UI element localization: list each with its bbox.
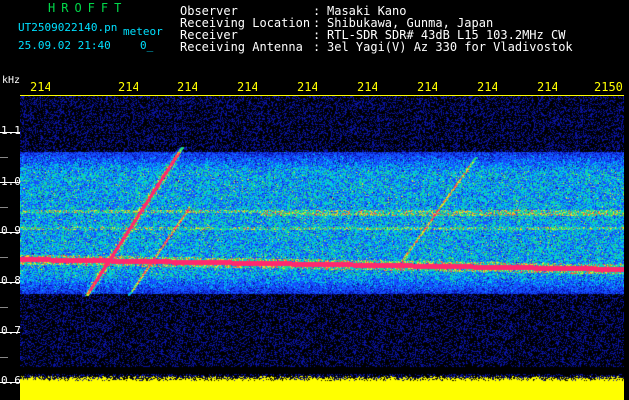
x-tick-label: 214 — [297, 80, 317, 94]
y-axis-unit: kHz — [2, 75, 21, 86]
meteor-label: meteor — [123, 25, 163, 38]
y-tick-label: 0.9 — [1, 224, 21, 237]
x-tick-label: 214 — [477, 80, 497, 94]
x-tick-label: 214 — [177, 80, 197, 94]
x-tick-label: 214 — [537, 80, 557, 94]
capture-datetime: 25.09.02 21:40 — [18, 39, 111, 52]
y-tick-label: 1.0 — [1, 175, 21, 188]
x-tick-label: 214 — [237, 80, 257, 94]
x-tick-label: 2150 — [594, 80, 623, 94]
x-tick-label: 214 — [118, 80, 138, 94]
app-brand: HROFFT — [48, 1, 128, 15]
image-filename: UT2509022140.pn — [18, 21, 118, 34]
y-tick-label: 0.8 — [1, 274, 21, 287]
spectrogram-waterfall — [20, 96, 624, 400]
meta-separator: : — [313, 40, 321, 54]
y-tick-label: 0.6 — [1, 374, 21, 387]
x-tick-label: 214 — [417, 80, 437, 94]
meta-key-antenna: Receiving Antenna — [180, 40, 303, 54]
meteor-count-suffix: _ — [146, 39, 154, 52]
x-tick-label: 214 — [357, 80, 377, 94]
y-tick-label: 0.7 — [1, 324, 21, 337]
meta-value-antenna: 3el Yagi(V) Az 330 for Vladivostok — [327, 40, 573, 54]
meteor-count-value: 0 — [140, 39, 147, 52]
y-tick-label: 1.1 — [1, 124, 21, 137]
x-tick-label: 214 — [30, 80, 50, 94]
meteor-count: 0_ — [140, 40, 153, 51]
